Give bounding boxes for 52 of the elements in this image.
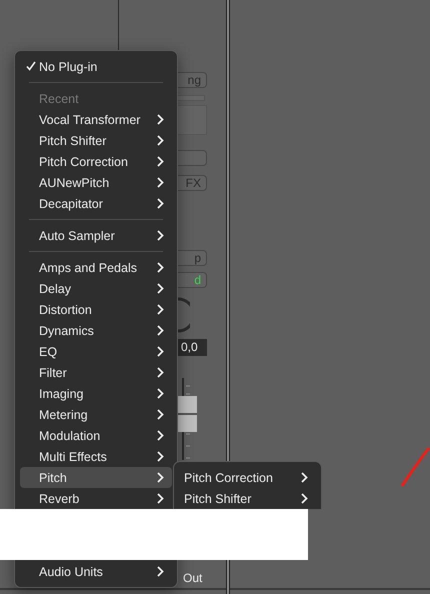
menu-item[interactable]: Distortion	[20, 299, 172, 320]
menu-item[interactable]: Multi Effects	[20, 446, 172, 467]
menu-item[interactable]: Pitch Correction	[20, 151, 172, 172]
menu-item[interactable]: Amps and Pedals	[20, 257, 172, 278]
output-label: Out	[182, 570, 204, 586]
chevron-icon	[157, 114, 164, 125]
fader-drawing[interactable]	[178, 378, 198, 460]
menu-item[interactable]: Modulation	[20, 425, 172, 446]
curve-line	[400, 446, 430, 488]
chevron-icon	[157, 451, 164, 462]
value-readout: 0,0	[178, 339, 207, 356]
chevron-icon	[157, 230, 164, 241]
menu-item[interactable]: Metering	[20, 404, 172, 425]
chevron-icon	[157, 304, 164, 315]
strip-button[interactable]	[178, 150, 207, 166]
chevron-icon	[157, 430, 164, 441]
chevron-icon	[157, 177, 164, 188]
chevron-icon	[157, 198, 164, 209]
menu-header: Recent	[38, 90, 80, 108]
chevron-icon	[301, 493, 308, 504]
chevron-icon	[157, 493, 164, 504]
chevron-icon	[157, 325, 164, 336]
menu-item[interactable]: AUNewPitch	[20, 172, 172, 193]
pan-knob-icon[interactable]	[178, 296, 190, 334]
menu-item[interactable]: EQ	[20, 341, 172, 362]
chevron-icon	[157, 367, 164, 378]
chevron-icon	[301, 472, 308, 483]
chevron-icon	[157, 346, 164, 357]
menu-item[interactable]: Auto Sampler	[20, 225, 172, 246]
menu-item[interactable]: Pitch Shifter	[179, 488, 316, 509]
chevron-icon	[157, 472, 164, 483]
menu-item[interactable]: Imaging	[20, 383, 172, 404]
menu-item[interactable]: Decapitator	[20, 193, 172, 214]
chevron-icon	[157, 566, 164, 577]
chevron-icon	[157, 283, 164, 294]
menu-item[interactable]: Pitch Shifter	[20, 130, 172, 151]
insert-slot[interactable]	[178, 105, 207, 135]
chevron-icon	[157, 262, 164, 273]
menu-item[interactable]: No Plug-in	[20, 56, 172, 77]
menu-item[interactable]: Audio Units	[20, 561, 172, 582]
menu-item[interactable]: Pitch	[20, 467, 172, 488]
menu-item[interactable]: Pitch Correction	[179, 467, 316, 488]
chevron-icon	[157, 409, 164, 420]
menu-item[interactable]: Reverb	[20, 488, 172, 509]
menu-item[interactable]: Dynamics	[20, 320, 172, 341]
chevron-icon	[157, 156, 164, 167]
checkmark-icon	[26, 61, 36, 71]
menu-item[interactable]: Filter	[20, 362, 172, 383]
menu-item[interactable]: Delay	[20, 278, 172, 299]
menu-item[interactable]: Vocal Transformer	[20, 109, 172, 130]
chevron-icon	[157, 135, 164, 146]
chevron-icon	[157, 388, 164, 399]
